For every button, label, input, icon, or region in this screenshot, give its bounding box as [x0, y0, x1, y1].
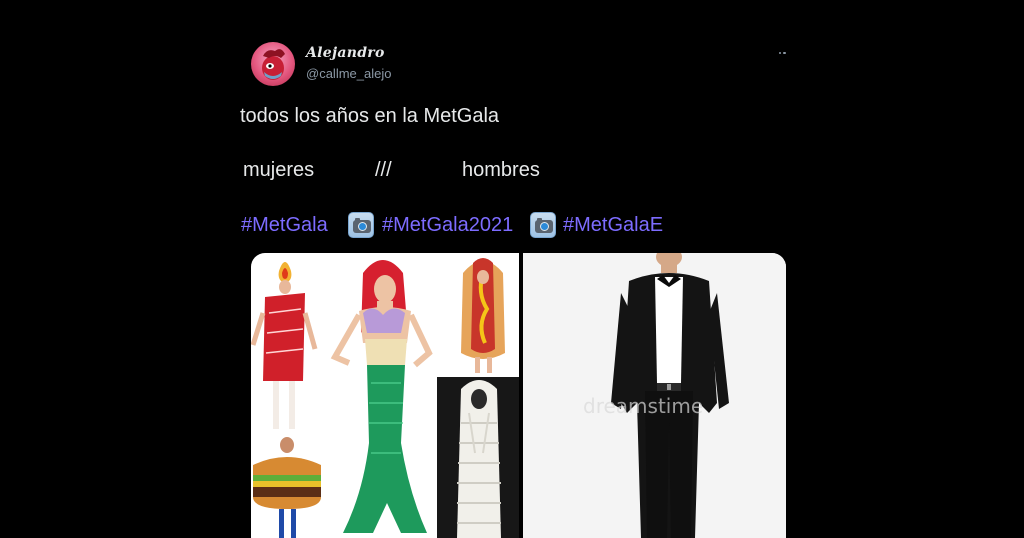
- tweet-text-line-1: todos los años en la MetGala: [0, 102, 800, 132]
- tweet-text: todos los años en la MetGala: [240, 105, 500, 127]
- separator: ///: [375, 159, 392, 181]
- avatar[interactable]: [251, 42, 295, 86]
- camera-with-flash-icon: [530, 212, 556, 238]
- candle-costume-figure: [251, 262, 318, 429]
- mermaid-costume-figure: [330, 260, 433, 533]
- tweet[interactable]: Alejandro @callme_alejo todos los años e…: [0, 0, 1024, 538]
- man-in-suit-image: dreamstime: [523, 253, 786, 538]
- label-mujeres: mujeres: [243, 159, 315, 181]
- tweet-media[interactable]: dreamstime: [251, 253, 786, 538]
- hashtag-link[interactable]: #MetGala: [241, 214, 328, 237]
- hashtag-row: #MetGala #MetGala2021 #MetGalaE: [0, 210, 800, 242]
- costume-collage-image: [251, 258, 519, 538]
- media-image-costumes[interactable]: [251, 253, 519, 538]
- camera-with-flash-icon: [348, 212, 374, 238]
- media-image-suit[interactable]: dreamstime: [523, 253, 786, 538]
- hotdog-costume-figure: [461, 258, 505, 373]
- display-name[interactable]: Alejandro: [306, 45, 385, 61]
- tweet-text-line-2: mujeres /// hombres: [0, 156, 800, 186]
- hashtag-link[interactable]: #MetGala2021: [382, 214, 513, 237]
- dark-costume-panel: [437, 377, 519, 538]
- user-handle[interactable]: @callme_alejo: [306, 66, 391, 81]
- hashtag-link[interactable]: #MetGalaE: [563, 214, 663, 237]
- more-horizontal-icon[interactable]: [772, 46, 792, 60]
- watermark: dreamstime: [583, 394, 703, 418]
- label-hombres: hombres: [462, 159, 540, 181]
- burger-costume-figure: [253, 437, 321, 538]
- avatar-image: [262, 49, 285, 80]
